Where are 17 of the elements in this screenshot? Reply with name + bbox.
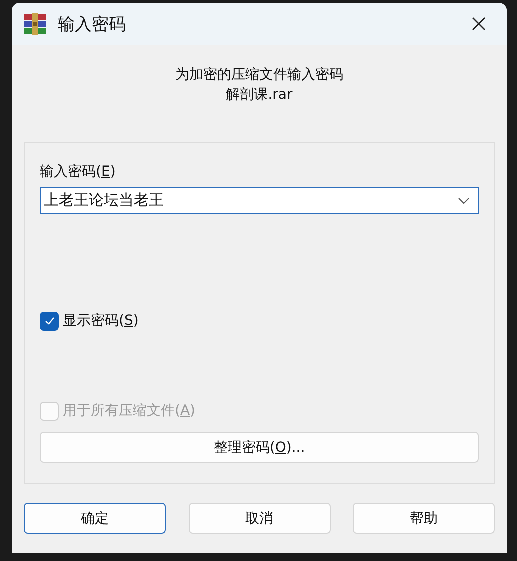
password-combo[interactable]: 上老王论坛当老王 [40, 187, 479, 214]
header-text: 解剖课.rar [226, 86, 293, 105]
organize-passwords-button[interactable]: 整理密码(O)... [40, 432, 479, 463]
chevron-down-icon [458, 196, 470, 204]
close-icon [471, 16, 487, 32]
field-label: 输入密码(E) [40, 163, 117, 182]
window-title: 输入密码 [58, 14, 127, 36]
password-value: 上老王论坛当老王 [44, 191, 165, 210]
stacked-books-icon [23, 13, 47, 35]
dialog-button[interactable]: 取消 [188, 503, 330, 534]
header-text: 为加密的压缩文件输入密码 [176, 66, 344, 85]
checkbox-label: 用于所有压缩文件(A) [63, 402, 196, 420]
check-icon [44, 315, 56, 327]
dialog-button[interactable]: 帮助 [353, 503, 495, 534]
checkbox-label: 显示密码(S) [63, 312, 139, 330]
checkbox[interactable] [40, 312, 59, 330]
dialog-button[interactable]: 确定 [24, 503, 166, 534]
